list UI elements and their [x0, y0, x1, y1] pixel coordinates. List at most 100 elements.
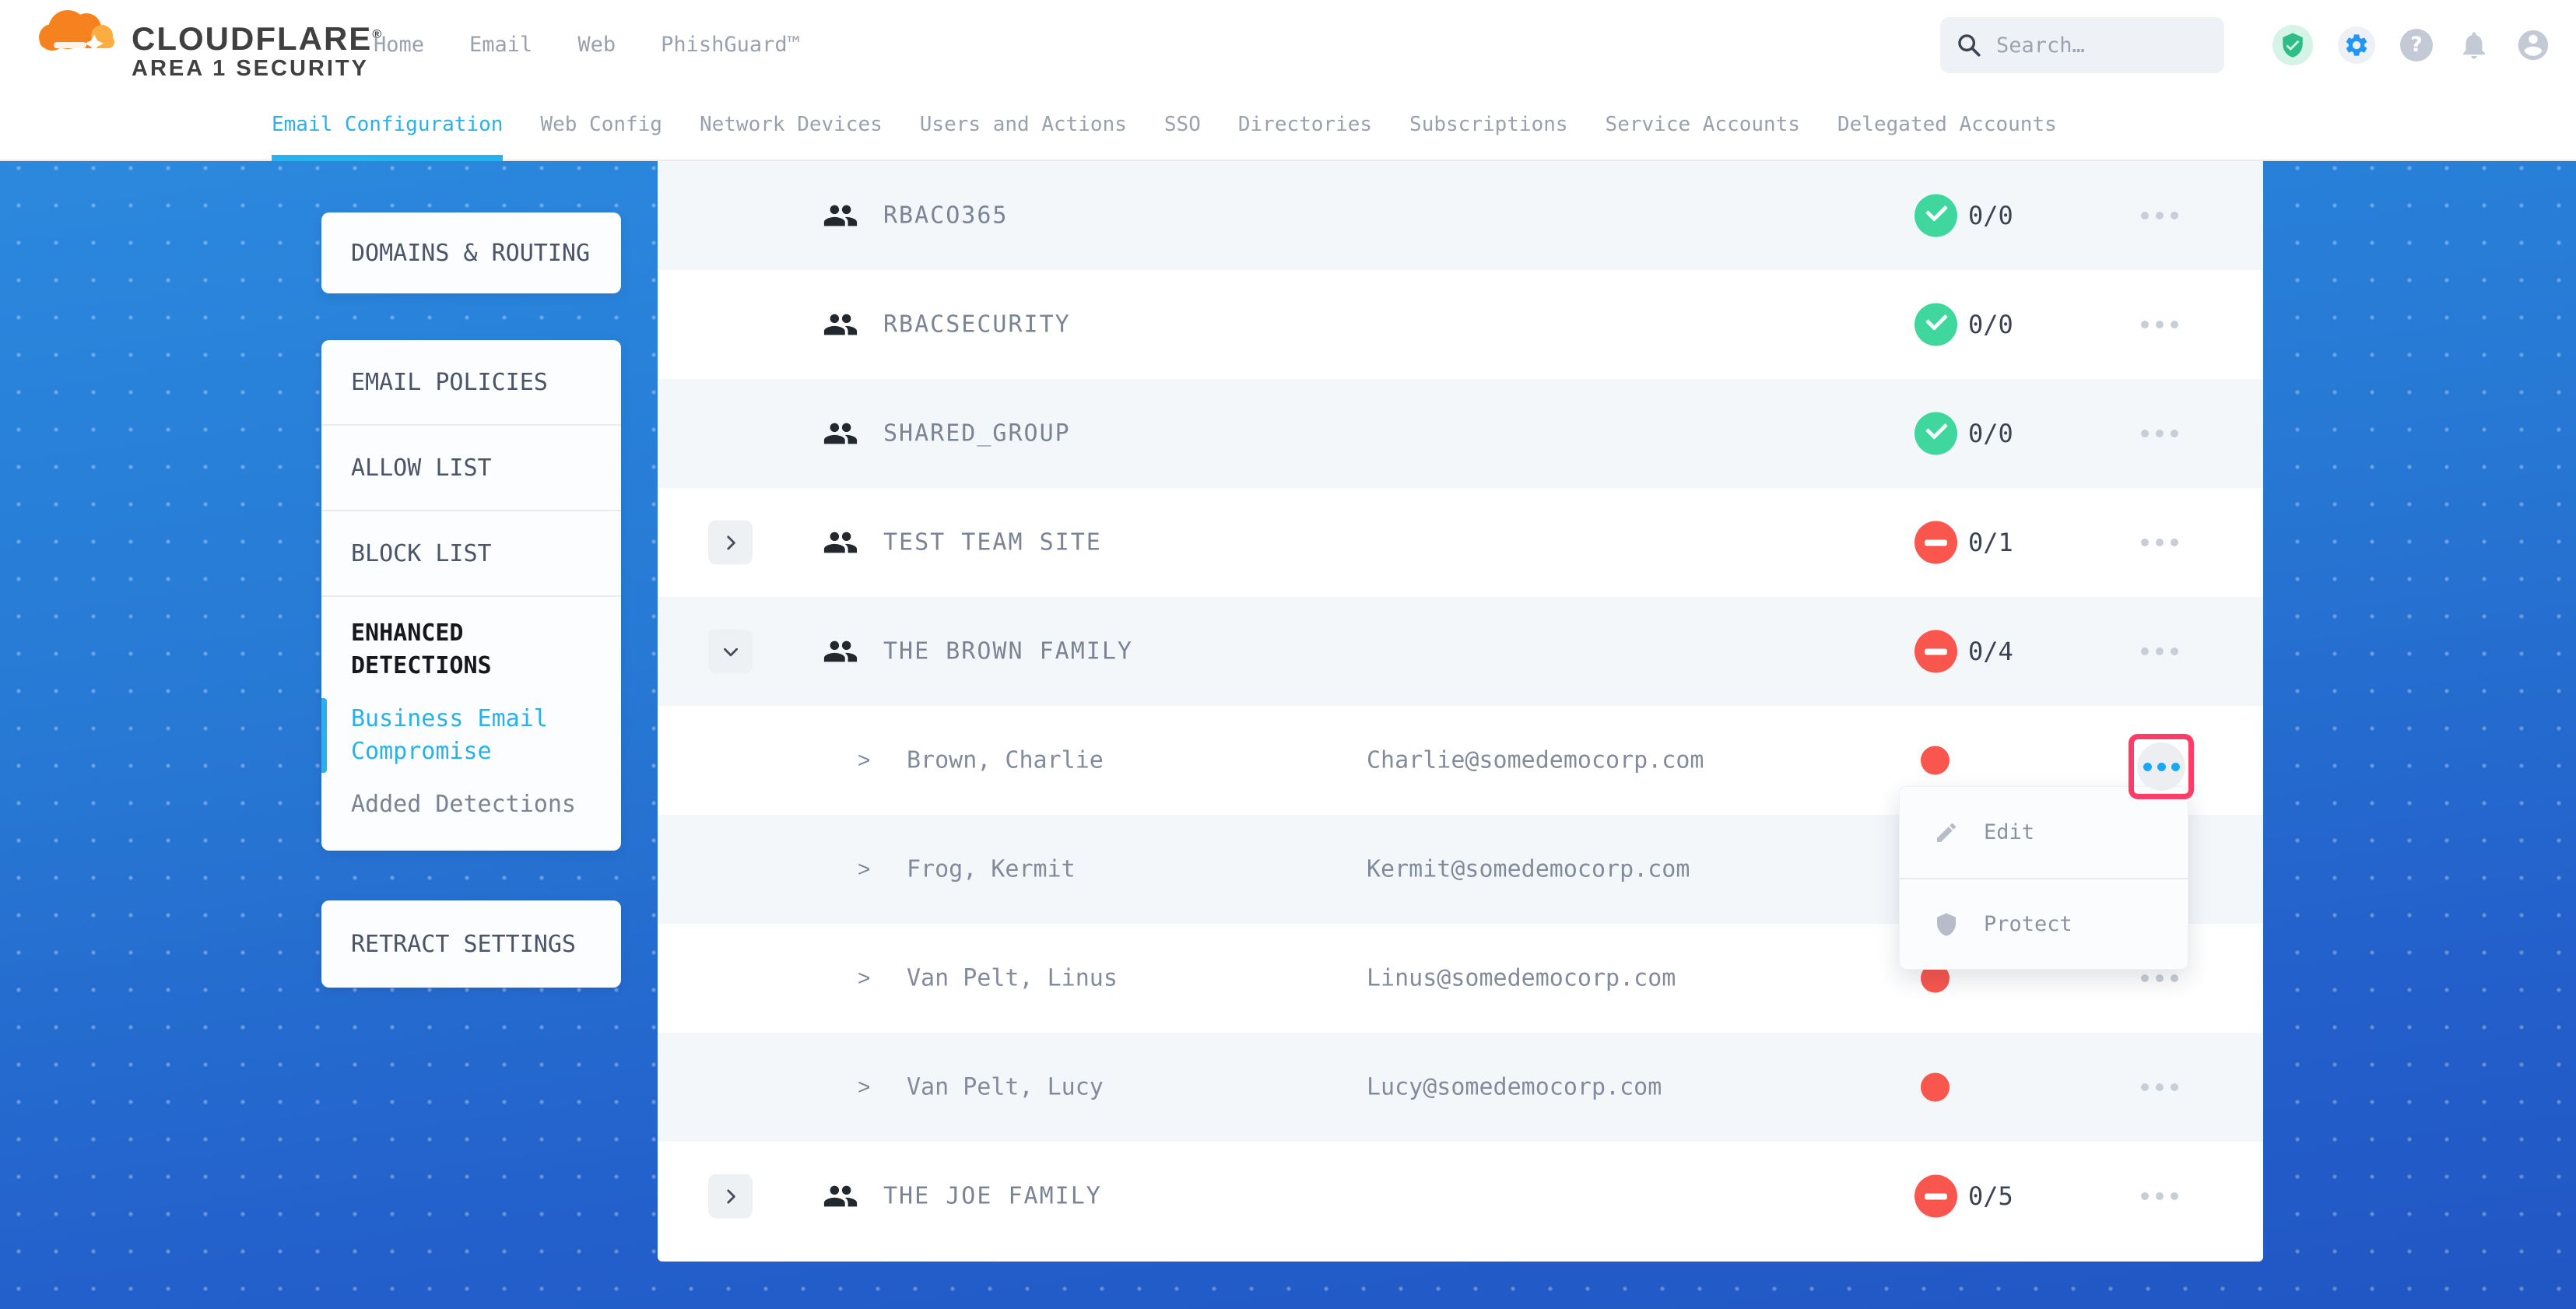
group-name: SHARED_GROUP — [883, 420, 1071, 447]
tab-web-config[interactable]: Web Config — [540, 89, 662, 160]
table-row-group: TEST TEAM SITE 0/1 — [658, 488, 2263, 597]
row-actions-button[interactable] — [2133, 422, 2186, 445]
user-email: Kermit@somedemocorp.com — [1367, 856, 1690, 883]
sidebar-item-retract-settings[interactable]: RETRACT SETTINGS — [321, 900, 621, 988]
group-icon — [823, 1178, 858, 1214]
sidebar-label: ALLOW LIST — [351, 454, 492, 482]
menu-item-label: Protect — [1984, 912, 2072, 936]
menu-item-edit[interactable]: Edit — [1900, 787, 2188, 878]
row-actions-button-active[interactable] — [2137, 742, 2185, 791]
top-header: CLOUDFLARE® AREA 1 SECURITY Home Email W… — [0, 0, 2576, 89]
sidebar-label: DOMAINS & ROUTING — [351, 240, 590, 267]
status-unprotected-icon — [1914, 630, 1957, 673]
table-row-group: RBACSECURITY 0/0 — [658, 270, 2263, 379]
expand-user-button[interactable]: > — [858, 966, 870, 991]
user-icon — [2515, 27, 2551, 63]
group-icon — [823, 198, 858, 233]
row-actions-button[interactable] — [2133, 967, 2186, 990]
section-tabbar: Email Configuration Web Config Network D… — [0, 89, 2576, 161]
row-actions-button[interactable] — [2133, 640, 2186, 663]
pencil-icon — [1934, 820, 1959, 845]
protection-status-button[interactable] — [2272, 25, 2313, 65]
search-input[interactable] — [1996, 33, 2199, 58]
cloudflare-cloud-icon — [33, 3, 121, 78]
chevron-right-icon — [721, 1186, 741, 1206]
user-email: Linus@somedemocorp.com — [1367, 965, 1676, 992]
nav-item-email[interactable]: Email — [469, 33, 532, 57]
sidebar-label: EMAIL POLICIES — [351, 369, 548, 396]
sidebar-label: RETRACT SETTINGS — [351, 931, 576, 958]
help-icon: ? — [2400, 29, 2433, 61]
member-count: 0/0 — [1968, 201, 2013, 230]
tab-subscriptions[interactable]: Subscriptions — [1409, 89, 1568, 160]
group-name: RBACO365 — [883, 202, 1009, 230]
row-actions-button[interactable] — [2133, 204, 2186, 227]
sidebar-item-allow-list[interactable]: ALLOW LIST — [321, 426, 621, 511]
directory-table-panel: RBACO365 0/0 RBACSECURITY 0/0 SHARED_GRO… — [658, 161, 2263, 1262]
menu-item-label: Edit — [1984, 820, 2034, 844]
group-icon — [823, 525, 858, 560]
user-email: Charlie@somedemocorp.com — [1367, 747, 1704, 774]
chevron-down-icon — [721, 641, 741, 662]
tab-directories[interactable]: Directories — [1238, 89, 1372, 160]
sidebar-item-business-email-compromise[interactable]: Business Email Compromise — [351, 703, 598, 768]
status-protected-icon — [1914, 304, 1957, 346]
bell-icon — [2458, 29, 2490, 61]
expand-user-button[interactable]: > — [858, 857, 870, 882]
group-name: RBACSECURITY — [883, 311, 1071, 339]
app-screen: CLOUDFLARE® AREA 1 SECURITY Home Email W… — [0, 0, 2576, 1309]
expand-user-button[interactable]: > — [858, 1075, 870, 1100]
shield-icon — [1934, 912, 1959, 937]
sidebar-label: Added Detections — [351, 791, 576, 818]
notifications-button[interactable] — [2458, 29, 2490, 61]
help-button[interactable]: ? — [2400, 29, 2433, 61]
cloudflare-logo[interactable]: CLOUDFLARE® AREA 1 SECURITY — [33, 3, 383, 82]
group-name: TEST TEAM SITE — [883, 529, 1102, 556]
nav-item-home[interactable]: Home — [374, 33, 424, 57]
sidebar-label: BLOCK LIST — [351, 540, 492, 567]
brand-name: CLOUDFLARE® — [132, 19, 383, 55]
user-email: Lucy@somedemocorp.com — [1367, 1074, 1662, 1101]
sidebar-item-enhanced-detections[interactable]: ENHANCED DETECTIONS — [351, 617, 598, 683]
menu-item-protect[interactable]: Protect — [1900, 878, 2188, 969]
nav-item-web[interactable]: Web — [577, 33, 616, 57]
sidebar-item-added-detections[interactable]: Added Detections — [351, 788, 598, 821]
row-actions-button[interactable] — [2133, 531, 2186, 554]
tab-network-devices[interactable]: Network Devices — [700, 89, 883, 160]
settings-button[interactable] — [2338, 26, 2375, 64]
expand-row-button[interactable] — [708, 521, 753, 565]
chevron-right-icon — [721, 532, 741, 553]
sidebar-label: Business Email Compromise — [351, 705, 548, 765]
member-count: 0/0 — [1968, 310, 2013, 339]
tab-sso[interactable]: SSO — [1164, 89, 1201, 160]
tab-email-configuration[interactable]: Email Configuration — [272, 89, 503, 160]
brand-subtitle: AREA 1 SECURITY — [132, 55, 383, 82]
group-name: THE BROWN FAMILY — [883, 638, 1133, 665]
nav-item-phishguard[interactable]: PhishGuard™ — [661, 33, 800, 57]
active-accent-bar — [321, 698, 327, 773]
primary-nav: Home Email Web PhishGuard™ — [374, 0, 800, 89]
tab-delegated-accounts[interactable]: Delegated Accounts — [1837, 89, 2057, 160]
row-actions-button[interactable] — [2133, 1076, 2186, 1099]
tab-service-accounts[interactable]: Service Accounts — [1606, 89, 1800, 160]
member-count: 0/4 — [1968, 637, 2013, 666]
status-protected-icon — [1914, 195, 1957, 237]
expand-row-button[interactable] — [708, 1174, 753, 1219]
highlight-box — [2129, 734, 2194, 799]
collapse-row-button[interactable] — [708, 630, 753, 674]
row-actions-button[interactable] — [2133, 313, 2186, 336]
group-name: THE JOE FAMILY — [883, 1183, 1102, 1210]
row-actions-button[interactable] — [2133, 1184, 2186, 1208]
user-name: Frog, Kermit — [907, 856, 1076, 883]
sidebar-item-block-list[interactable]: BLOCK LIST — [321, 511, 621, 597]
gear-icon — [2343, 32, 2370, 58]
group-icon — [823, 416, 858, 451]
tab-users-and-actions[interactable]: Users and Actions — [920, 89, 1127, 160]
expand-user-button[interactable]: > — [858, 748, 870, 773]
sidebar-item-email-policies[interactable]: EMAIL POLICIES — [321, 340, 621, 426]
table-row-group: THE JOE FAMILY 0/5 — [658, 1142, 2263, 1251]
status-protected-icon — [1914, 412, 1957, 455]
search-box[interactable] — [1940, 17, 2224, 73]
account-button[interactable] — [2515, 27, 2551, 63]
sidebar-item-domains-routing[interactable]: DOMAINS & ROUTING — [321, 212, 621, 293]
